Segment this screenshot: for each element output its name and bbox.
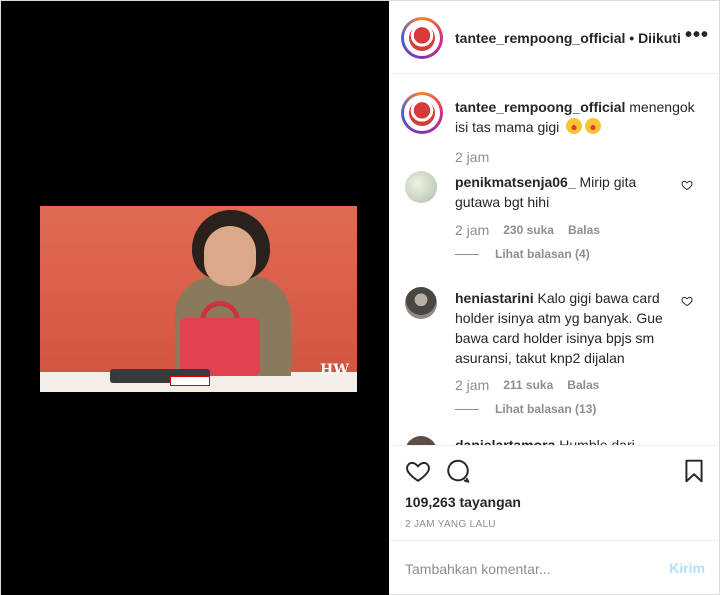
star-struck-emoji-icon <box>585 118 602 134</box>
comment-meta: 2 jam 230 suka Balas <box>455 222 600 238</box>
follow-status-button[interactable]: Diikuti <box>638 30 681 46</box>
commenter-username[interactable]: penikmatsenja06_ <box>455 174 576 190</box>
replies-divider <box>455 408 479 410</box>
author-avatar[interactable] <box>401 17 443 59</box>
video-items-box <box>170 376 210 386</box>
post-dialog: HW tantee_rempoong_official • Diikuti ••… <box>0 0 720 595</box>
commenter-avatar[interactable] <box>405 436 437 445</box>
comment-bubble-icon[interactable] <box>445 458 471 484</box>
view-count-number: 109,263 <box>405 494 456 510</box>
comment-text-block: penikmatsenja06_ Mirip gita gutawa bgt h… <box>455 172 685 212</box>
commenter-avatar[interactable] <box>405 171 437 203</box>
author-username[interactable]: tantee_rempoong_official <box>455 30 625 46</box>
view-replies-button[interactable]: Lihat balasan (4) <box>455 247 590 261</box>
heart-icon[interactable] <box>681 295 693 307</box>
view-count-label: tayangan <box>459 494 521 510</box>
more-options-icon[interactable]: ••• <box>685 25 709 45</box>
comments-list[interactable]: tantee_rempoong_official menengok isi ta… <box>389 75 720 445</box>
video-player[interactable]: HW <box>40 206 357 392</box>
replies-divider <box>455 253 479 255</box>
bookmark-icon[interactable] <box>681 458 707 484</box>
comment-text-block: heniastarini Kalo gigi bawa card holder … <box>455 288 685 368</box>
author-header-line: tantee_rempoong_official • Diikuti <box>455 30 681 46</box>
commenter-username[interactable]: danielartamora <box>455 437 555 445</box>
comment-text: Humble dari <box>559 437 635 445</box>
post-actions: 109,263 tayangan 2 JAM YANG LALU <box>389 445 720 545</box>
view-replies-button[interactable]: Lihat balasan (13) <box>455 402 596 416</box>
reply-button[interactable]: Balas <box>568 223 600 237</box>
post-side-panel: tantee_rempoong_official • Diikuti ••• t… <box>389 1 720 595</box>
reply-button[interactable]: Balas <box>567 378 599 392</box>
comment-likes[interactable]: 230 suka <box>503 223 554 237</box>
post-header: tantee_rempoong_official • Diikuti ••• <box>389 1 720 74</box>
post-timestamp[interactable]: 2 JAM YANG LALU <box>405 519 496 530</box>
star-struck-emoji-icon <box>566 118 583 134</box>
heart-icon[interactable] <box>681 179 693 191</box>
caption-author-avatar[interactable] <box>401 92 443 134</box>
comment-time[interactable]: 2 jam <box>455 222 489 238</box>
post-comment-button[interactable]: Kirim <box>669 560 705 576</box>
caption-time[interactable]: 2 jam <box>455 149 489 165</box>
comment-meta: 2 jam 211 suka Balas <box>455 377 599 393</box>
caption-username[interactable]: tantee_rempoong_official <box>455 99 625 115</box>
header-separator: • <box>629 30 635 46</box>
add-comment-section: Kirim <box>389 540 720 595</box>
comment-time[interactable]: 2 jam <box>455 377 489 393</box>
comment-likes[interactable]: 211 suka <box>503 378 553 392</box>
view-replies-label: Lihat balasan (13) <box>495 402 597 416</box>
heart-icon[interactable] <box>405 458 431 484</box>
commenter-avatar[interactable] <box>405 287 437 319</box>
video-watermark: HW <box>320 362 349 378</box>
comment-input[interactable] <box>405 559 655 579</box>
comment-text-block: danielartamora Humble dari <box>455 435 685 445</box>
view-count[interactable]: 109,263 tayangan <box>405 494 521 510</box>
commenter-username[interactable]: heniastarini <box>455 290 534 306</box>
video-bag <box>180 318 260 376</box>
media-area[interactable]: HW <box>1 1 389 595</box>
caption-text-block: tantee_rempoong_official menengok isi ta… <box>455 97 705 137</box>
video-person-face <box>204 226 256 286</box>
view-replies-label: Lihat balasan (4) <box>495 247 590 261</box>
